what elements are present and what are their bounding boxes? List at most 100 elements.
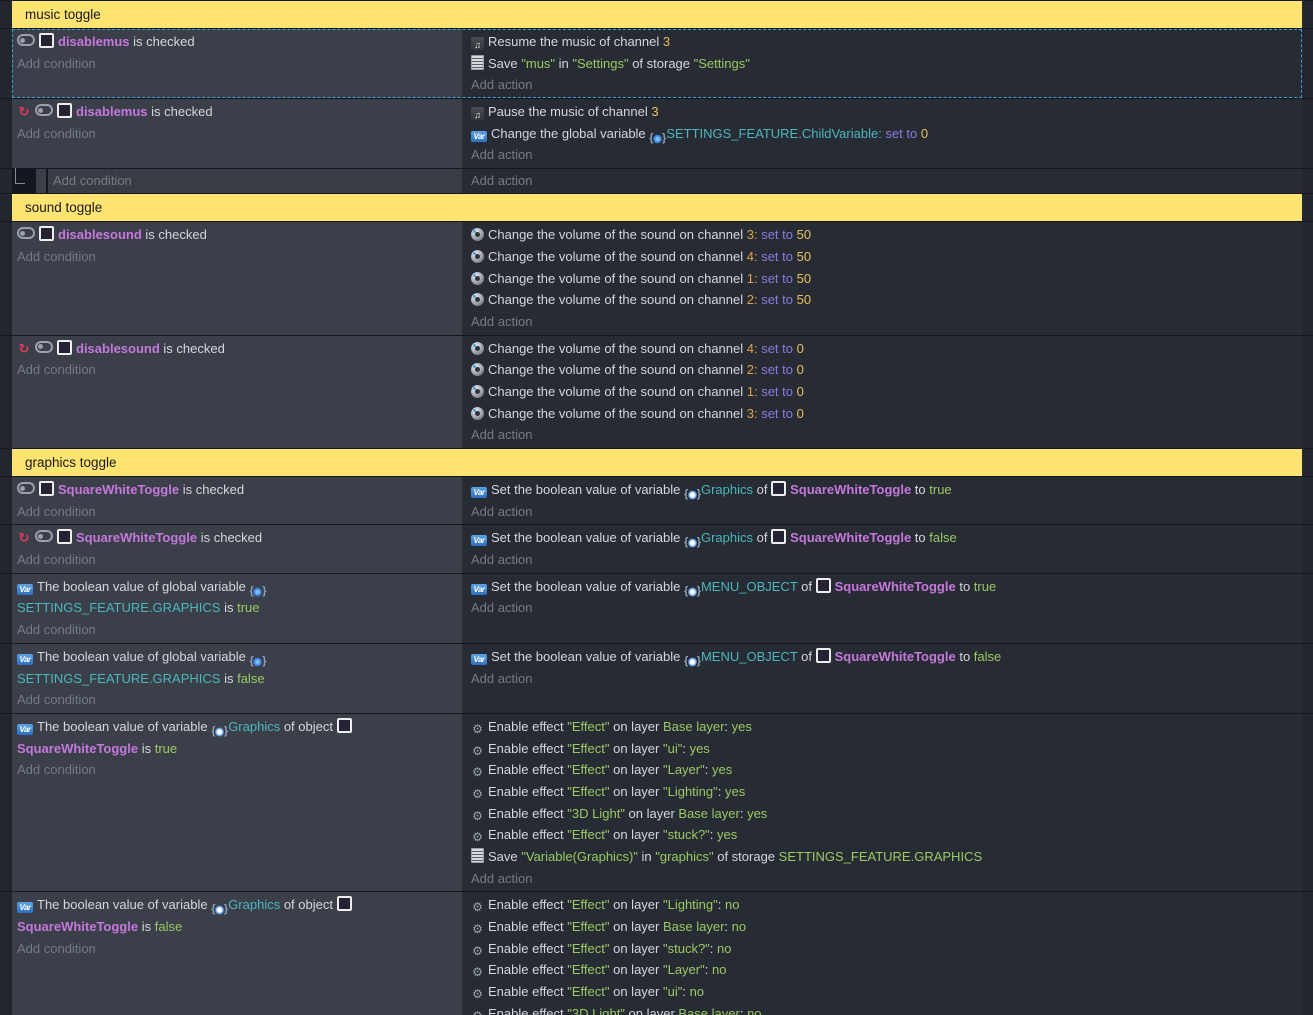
- group-header[interactable]: graphics toggle: [12, 449, 1302, 476]
- add-action-button[interactable]: Add action: [471, 501, 1302, 523]
- action-row[interactable]: Change the volume of the sound on channe…: [471, 338, 1302, 360]
- add-condition-button[interactable]: Add condition: [17, 759, 462, 781]
- text-segment: is checked: [130, 34, 195, 49]
- sub-event-handle[interactable]: [36, 169, 46, 193]
- action-row[interactable]: Save "mus" in "Settings" of storage "Set…: [471, 53, 1302, 75]
- action-row[interactable]: Change the volume of the sound on channe…: [471, 268, 1302, 290]
- text-segment: yes: [747, 806, 767, 821]
- action-row[interactable]: Set the boolean value of variable MENU_O…: [471, 646, 1302, 668]
- action-row[interactable]: Change the volume of the sound on channe…: [471, 246, 1302, 268]
- group-header[interactable]: music toggle: [12, 1, 1302, 28]
- action-row[interactable]: Change the volume of the sound on channe…: [471, 224, 1302, 246]
- add-condition-button[interactable]: Add condition: [17, 549, 462, 571]
- action-row[interactable]: Enable effect "Effect" on layer "Lightin…: [471, 894, 1302, 916]
- add-condition-button[interactable]: Add condition: [17, 689, 462, 711]
- add-action-button[interactable]: Add action: [471, 311, 1302, 333]
- condition-row[interactable]: disablemus is checked: [17, 31, 462, 53]
- event-block[interactable]: SquareWhiteToggle is checkedAdd conditio…: [12, 477, 1302, 524]
- action-row[interactable]: Save "Variable(Graphics)" in "graphics" …: [471, 846, 1302, 868]
- text-segment: no: [717, 941, 731, 956]
- action-row[interactable]: Enable effect "Effect" on layer Base lay…: [471, 716, 1302, 738]
- var-icon: [471, 535, 487, 546]
- action-row[interactable]: Enable effect "3D Light" on layer Base l…: [471, 1003, 1302, 1015]
- add-condition-button[interactable]: Add condition: [17, 501, 462, 523]
- text-segment: Resume the music of channel: [488, 34, 663, 49]
- globalvar-icon: [649, 132, 666, 145]
- action-row[interactable]: Enable effect "Effect" on layer "stuck?"…: [471, 824, 1302, 846]
- action-row[interactable]: Change the global variable SETTINGS_FEAT…: [471, 123, 1302, 145]
- condition-row[interactable]: disablemus is checked: [17, 101, 462, 123]
- action-row[interactable]: Enable effect "Effect" on layer "Layer":…: [471, 959, 1302, 981]
- text-segment: "Effect": [567, 762, 609, 777]
- text-segment: Set the boolean value of variable: [491, 649, 684, 664]
- action-row[interactable]: Enable effect "Effect" on layer "stuck?"…: [471, 938, 1302, 960]
- add-action-button[interactable]: Add action: [471, 144, 1302, 166]
- action-row[interactable]: Set the boolean value of variable Graphi…: [471, 527, 1302, 549]
- action-row[interactable]: Change the volume of the sound on channe…: [471, 381, 1302, 403]
- add-action-button[interactable]: Add action: [471, 424, 1302, 446]
- condition-row[interactable]: The boolean value of variable Graphics o…: [17, 894, 462, 916]
- action-row[interactable]: Pause the music of channel 3: [471, 101, 1302, 123]
- condition-row[interactable]: disablesound is checked: [17, 338, 462, 360]
- action-row[interactable]: Resume the music of channel 3: [471, 31, 1302, 53]
- text-segment: is checked: [179, 482, 244, 497]
- action-row[interactable]: Enable effect "3D Light" on layer Base l…: [471, 803, 1302, 825]
- actions-column: Change the volume of the sound on channe…: [462, 336, 1302, 448]
- action-row[interactable]: Change the volume of the sound on channe…: [471, 289, 1302, 311]
- add-condition-button[interactable]: Add condition: [17, 359, 462, 381]
- action-row[interactable]: Set the boolean value of variable MENU_O…: [471, 576, 1302, 598]
- event-block[interactable]: The boolean value of global variable SET…: [12, 644, 1302, 713]
- condition-row[interactable]: The boolean value of variable Graphics o…: [17, 716, 462, 738]
- event-block[interactable]: disablesound is checkedAdd condition Chan…: [12, 222, 1302, 334]
- action-row[interactable]: Enable effect "Effect" on layer Base lay…: [471, 916, 1302, 938]
- add-action-button[interactable]: Add action: [471, 668, 1302, 690]
- text-segment: disablemus: [76, 104, 148, 119]
- condition-row[interactable]: SETTINGS_FEATURE.GRAPHICS is true: [17, 597, 462, 619]
- add-action-button[interactable]: Add action: [471, 597, 1302, 619]
- condition-row[interactable]: SquareWhiteToggle is true: [17, 738, 462, 760]
- add-action-button[interactable]: Add action: [471, 74, 1302, 96]
- add-action-button[interactable]: Add action: [471, 549, 1302, 571]
- text-segment: :: [710, 941, 717, 956]
- add-condition-button[interactable]: Add condition: [17, 53, 462, 75]
- var-icon: [17, 584, 33, 595]
- add-condition-button[interactable]: Add condition: [17, 246, 462, 268]
- condition-row[interactable]: SquareWhiteToggle is checked: [17, 479, 462, 501]
- add-condition-button[interactable]: Add condition: [17, 123, 462, 145]
- action-row[interactable]: Change the volume of the sound on channe…: [471, 359, 1302, 381]
- right-margin: [1302, 169, 1313, 193]
- condition-row[interactable]: disablesound is checked: [17, 224, 462, 246]
- text-segment: SquareWhiteToggle: [58, 482, 179, 497]
- action-row[interactable]: Enable effect "Effect" on layer "ui": no: [471, 981, 1302, 1003]
- event-block[interactable]: disablemus is checkedAdd condition Pause …: [12, 99, 1302, 168]
- event-block[interactable]: SquareWhiteToggle is checkedAdd conditio…: [12, 525, 1302, 572]
- text-segment: yes: [732, 719, 752, 734]
- add-action-button[interactable]: Add action: [471, 170, 1302, 192]
- condition-row[interactable]: The boolean value of global variable: [17, 646, 462, 668]
- condition-row[interactable]: SquareWhiteToggle is checked: [17, 527, 462, 549]
- checkbox-icon: [39, 226, 54, 241]
- action-row[interactable]: Enable effect "Effect" on layer "ui": ye…: [471, 738, 1302, 760]
- condition-row[interactable]: The boolean value of global variable: [17, 576, 462, 598]
- action-row[interactable]: Enable effect "Effect" on layer "Layer":…: [471, 759, 1302, 781]
- event-block[interactable]: disablesound is checkedAdd condition Chan…: [12, 336, 1302, 448]
- event-block[interactable]: The boolean value of variable Graphics o…: [12, 714, 1302, 892]
- text-segment: SquareWhiteToggle: [790, 530, 911, 545]
- group-header[interactable]: sound toggle: [12, 194, 1302, 221]
- action-row[interactable]: Set the boolean value of variable Graphi…: [471, 479, 1302, 501]
- add-condition-button[interactable]: Add condition: [48, 169, 462, 193]
- event-block[interactable]: The boolean value of global variable SET…: [12, 574, 1302, 643]
- add-condition-button[interactable]: Add condition: [17, 938, 462, 960]
- add-condition-button[interactable]: Add condition: [17, 619, 462, 641]
- sound-icon: [471, 293, 484, 306]
- condition-row[interactable]: SquareWhiteToggle is false: [17, 916, 462, 938]
- text-segment: set to: [758, 227, 797, 242]
- action-row[interactable]: Enable effect "Effect" on layer "Lightin…: [471, 781, 1302, 803]
- condition-row[interactable]: SETTINGS_FEATURE.GRAPHICS is false: [17, 668, 462, 690]
- add-action-button[interactable]: Add action: [471, 868, 1302, 890]
- actions-column: Set the boolean value of variable MENU_O…: [462, 574, 1302, 643]
- text-segment: 1:: [747, 384, 758, 399]
- action-row[interactable]: Change the volume of the sound on channe…: [471, 403, 1302, 425]
- event-block[interactable]: The boolean value of variable Graphics o…: [12, 892, 1302, 1015]
- event-block[interactable]: disablemus is checkedAdd condition Resume…: [12, 29, 1302, 98]
